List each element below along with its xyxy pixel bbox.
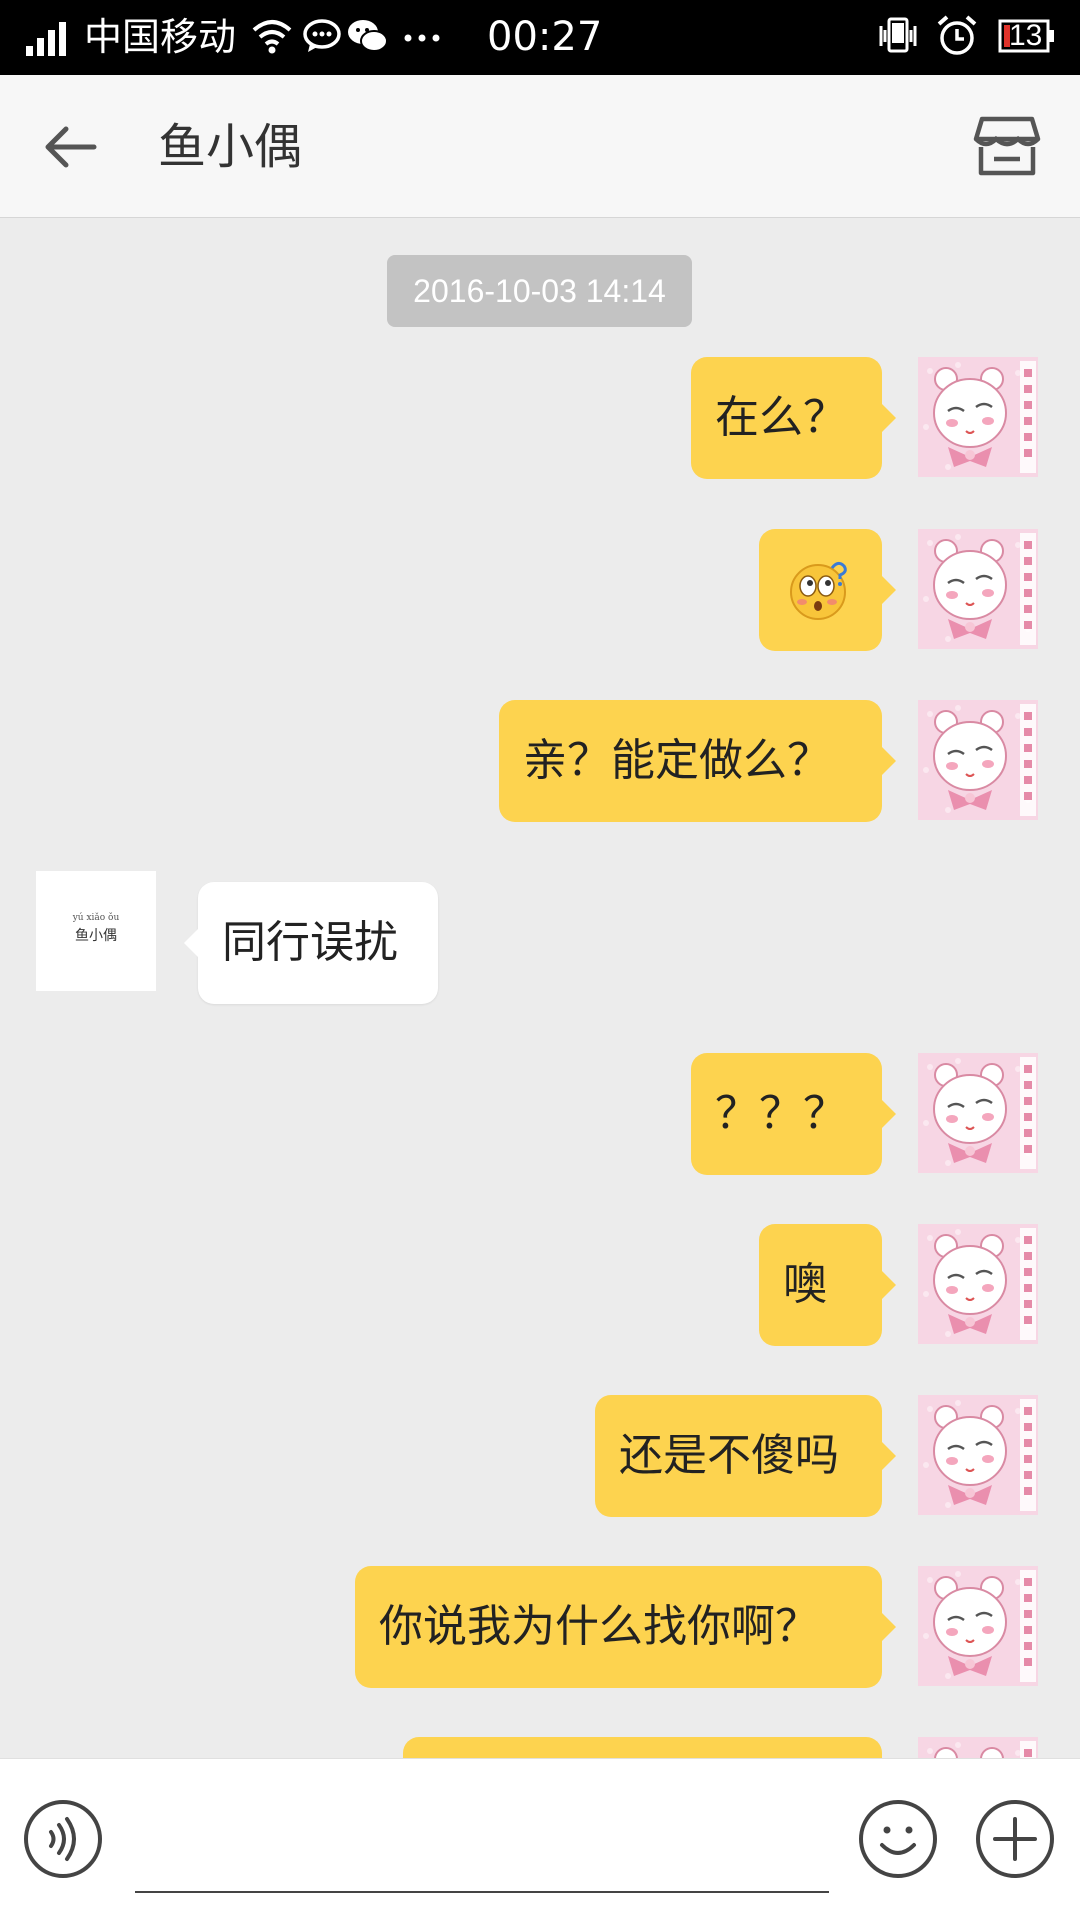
shop-avatar-name: 鱼小偶 bbox=[75, 928, 117, 944]
message-bubble-sent[interactable] bbox=[403, 1737, 882, 1758]
message-text: 在么？ bbox=[715, 392, 847, 443]
shop-avatar[interactable]: yú xiǎo ǒu 鱼小偶 bbox=[36, 871, 156, 991]
vibrate-icon bbox=[879, 17, 917, 53]
clock-time: 00:27 bbox=[487, 14, 603, 60]
message-bubble-sent[interactable]: 亲？能定做么？ bbox=[499, 700, 896, 822]
message-text: ？？？ bbox=[715, 1088, 847, 1139]
page-title: 鱼小偶 bbox=[158, 119, 303, 175]
alarm-icon bbox=[937, 15, 977, 55]
user-avatar[interactable] bbox=[918, 1395, 1038, 1515]
user-avatar[interactable] bbox=[918, 700, 1038, 820]
voice-icon[interactable] bbox=[23, 1799, 103, 1879]
message-text: 还是不傻吗 bbox=[619, 1430, 839, 1481]
battery-level: 13 bbox=[1009, 19, 1043, 52]
chat-header: 鱼小偶 bbox=[0, 75, 1080, 218]
message-text: 你说我为什么找你啊？ bbox=[379, 1601, 819, 1652]
message-bubble-received[interactable]: 同行误扰 bbox=[184, 882, 438, 1004]
message-text: 同行误扰 bbox=[222, 917, 398, 968]
smiley-icon[interactable] bbox=[858, 1799, 938, 1879]
battery-icon: 13 bbox=[998, 14, 1056, 58]
message-bubble-sent[interactable]: 还是不傻吗 bbox=[595, 1395, 896, 1517]
store-icon[interactable] bbox=[972, 115, 1042, 179]
message-icon bbox=[303, 19, 341, 52]
user-avatar[interactable] bbox=[918, 357, 1038, 477]
more-dots-icon bbox=[404, 34, 440, 42]
status-bar: 中国移动 00:27 13 bbox=[0, 0, 1080, 75]
message-bubble-sent[interactable]: 你说我为什么找你啊？ bbox=[355, 1566, 896, 1688]
timestamp-badge: 2016-10-03 14:14 bbox=[387, 255, 692, 327]
user-avatar[interactable] bbox=[918, 1566, 1038, 1686]
carrier-label: 中国移动 bbox=[84, 15, 237, 59]
message-bubble-sent[interactable]: ？？？ bbox=[691, 1053, 896, 1175]
signal-icon bbox=[26, 22, 66, 56]
message-bubble-sent[interactable] bbox=[759, 529, 896, 651]
wechat-icon bbox=[348, 20, 388, 52]
message-input[interactable] bbox=[135, 1809, 829, 1893]
shop-avatar-pinyin: yú xiǎo ǒu bbox=[72, 913, 120, 923]
user-avatar[interactable] bbox=[918, 529, 1038, 649]
user-avatar[interactable] bbox=[918, 1053, 1038, 1173]
input-bar bbox=[0, 1758, 1080, 1920]
plus-icon[interactable] bbox=[975, 1799, 1055, 1879]
message-text: 亲？能定做么？ bbox=[523, 735, 831, 786]
confused-face-emoji bbox=[790, 561, 847, 620]
message-bubble-sent[interactable]: 在么？ bbox=[691, 357, 896, 479]
wifi-icon bbox=[252, 20, 292, 54]
user-avatar[interactable] bbox=[918, 1224, 1038, 1344]
chat-message-list[interactable]: 2016-10-03 14:14 在么？ 亲？能定做么？ yú xiǎo ǒu … bbox=[0, 218, 1080, 1758]
user-avatar[interactable] bbox=[918, 1737, 1038, 1758]
message-text: 噢 bbox=[783, 1259, 827, 1310]
message-bubble-sent[interactable]: 噢 bbox=[759, 1224, 896, 1346]
back-arrow-icon[interactable] bbox=[38, 115, 102, 179]
